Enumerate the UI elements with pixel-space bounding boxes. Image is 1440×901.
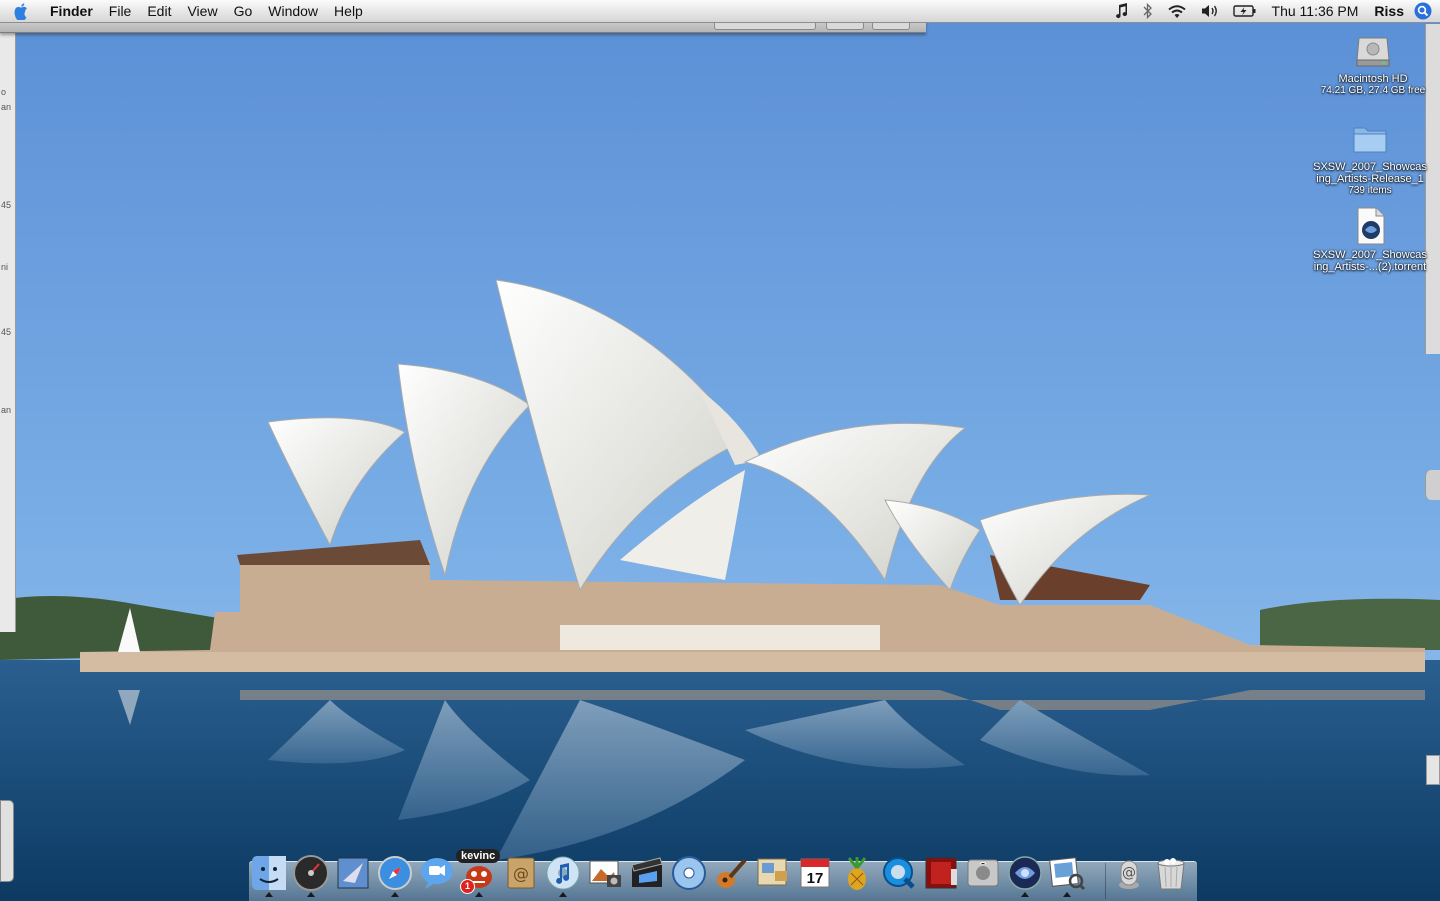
dock-item-idvd[interactable] xyxy=(669,853,709,893)
dock-item-fruit[interactable] xyxy=(837,853,877,893)
svg-text:@: @ xyxy=(1122,865,1136,881)
downloads-stack-icon: @ xyxy=(1119,860,1139,889)
ical-day: 17 xyxy=(807,870,824,887)
volume-icon[interactable] xyxy=(1194,0,1226,22)
dock-item-itunes[interactable] xyxy=(543,853,583,897)
dock-item-quicktime[interactable] xyxy=(879,853,919,893)
dock-item-finder[interactable] xyxy=(249,853,289,897)
background-window-left-edge[interactable]: o an 45 ni 45 an xyxy=(0,32,16,632)
iphoto-icon xyxy=(589,860,621,887)
desktop-icon-sublabel: 74.21 GB, 27.4 GB free xyxy=(1320,85,1426,96)
dock-item-imovie[interactable] xyxy=(627,853,667,893)
garageband-icon xyxy=(717,858,747,888)
menu-help[interactable]: Help xyxy=(326,0,371,22)
wifi-icon[interactable] xyxy=(1160,0,1194,22)
dock-item-address-book[interactable]: @ xyxy=(501,853,541,893)
menu-view[interactable]: View xyxy=(179,0,225,22)
dock-item-ichat[interactable] xyxy=(417,853,457,893)
ichat-icon xyxy=(421,858,453,889)
fast-user-switch[interactable]: Riss xyxy=(1366,0,1412,22)
system-prefs-icon xyxy=(967,859,999,887)
desktop-icon-label: Macintosh HD xyxy=(1338,73,1408,85)
desktop-icon-sxsw-folder[interactable]: SXSW_2007_Showcasing_Artists-Release_1 7… xyxy=(1312,118,1428,197)
menu-window[interactable]: Window xyxy=(260,0,326,22)
dock: kevinc 1 @ 17 @ xyxy=(249,849,1197,901)
battery-icon[interactable] xyxy=(1226,0,1264,22)
torrent-file-icon xyxy=(1357,207,1385,245)
desktop-wallpaper xyxy=(0,0,1440,900)
finder-icon xyxy=(252,856,286,890)
running-indicator xyxy=(265,892,273,897)
adium-status-label: kevinc xyxy=(456,849,501,863)
desktop-icon-torrent-file[interactable]: SXSW_2007_Showcasing_Artists-...(2).torr… xyxy=(1312,206,1428,273)
imovie-icon xyxy=(631,857,663,887)
dock-item-safari[interactable] xyxy=(375,853,415,897)
apple-menu-icon[interactable] xyxy=(0,0,44,22)
dashboard-icon xyxy=(293,855,329,891)
dock-item-garageband[interactable] xyxy=(711,853,751,893)
background-window-right-tab[interactable] xyxy=(1426,755,1440,785)
mail-icon xyxy=(337,857,369,889)
running-indicator xyxy=(475,892,483,897)
desktop-icon-label: SXSW_2007_Showcasing_Artists-Release_1 xyxy=(1313,161,1427,185)
drawer-handle[interactable] xyxy=(1425,470,1440,500)
fruit-icon xyxy=(847,857,867,890)
menu-go[interactable]: Go xyxy=(226,0,261,22)
dock-item-preview-image[interactable] xyxy=(1047,853,1087,897)
bluetooth-icon[interactable] xyxy=(1136,0,1160,22)
trash-icon xyxy=(1157,858,1185,890)
idvd-icon xyxy=(672,856,706,890)
menu-clock[interactable]: Thu 11:36 PM xyxy=(1264,0,1367,22)
running-indicator xyxy=(307,892,315,897)
torrent-app-icon xyxy=(1008,856,1042,890)
running-indicator xyxy=(1063,892,1071,897)
dock-item-trash[interactable] xyxy=(1151,853,1191,893)
desktop-icon-macintosh-hd[interactable]: Macintosh HD 74.21 GB, 27.4 GB free xyxy=(1313,30,1433,97)
address-book-icon: @ xyxy=(507,857,535,889)
spotlight-icon[interactable] xyxy=(1412,0,1434,22)
photobooth-icon xyxy=(925,857,957,889)
dock-item-dashboard[interactable] xyxy=(291,853,331,897)
ical-icon: 17 xyxy=(800,858,830,888)
preview-icon xyxy=(757,858,787,886)
dock-item-iphoto[interactable] xyxy=(585,853,625,893)
menu-edit[interactable]: Edit xyxy=(139,0,179,22)
running-indicator xyxy=(1021,892,1029,897)
adium-unread-badge: 1 xyxy=(460,879,475,894)
hard-drive-icon xyxy=(1356,37,1390,67)
dock-item-preview[interactable] xyxy=(753,853,793,893)
folder-icon xyxy=(1353,127,1387,153)
safari-icon xyxy=(378,856,412,890)
dock-item-mail-downloads[interactable]: @ xyxy=(1109,853,1149,893)
desktop-icon-sublabel: 739 items xyxy=(1348,185,1392,196)
background-window-edge-lower[interactable] xyxy=(0,800,14,882)
dock-item-photo-booth[interactable] xyxy=(921,853,961,893)
dock-item-ical[interactable]: 17 xyxy=(795,853,835,893)
quicktime-icon xyxy=(883,857,915,889)
running-indicator xyxy=(559,892,567,897)
desktop-icon-label: SXSW_2007_Showcasing_Artists-...(2).torr… xyxy=(1313,249,1427,273)
menu-bar: Finder File Edit View Go Window Help Thu… xyxy=(0,0,1440,23)
running-indicator xyxy=(391,892,399,897)
menu-app-finder[interactable]: Finder xyxy=(44,0,101,22)
svg-text:@: @ xyxy=(513,864,529,883)
dock-item-torrent-app[interactable] xyxy=(1005,853,1045,897)
preview-image-icon xyxy=(1049,857,1085,891)
dock-item-system-preferences[interactable] xyxy=(963,853,1003,893)
menu-file[interactable]: File xyxy=(101,0,140,22)
itunes-note-icon[interactable] xyxy=(1108,0,1136,22)
dock-separator xyxy=(1105,863,1106,899)
itunes-icon xyxy=(546,856,580,890)
dock-item-mail[interactable] xyxy=(333,853,373,893)
